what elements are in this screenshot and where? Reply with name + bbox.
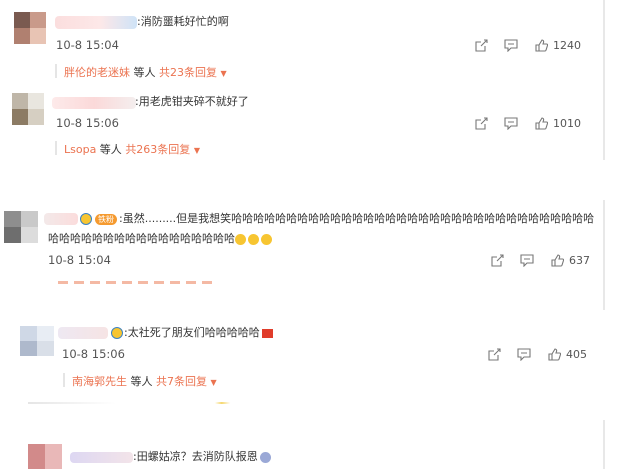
comment-actions: 405 bbox=[487, 347, 587, 361]
comment-icon[interactable] bbox=[517, 347, 531, 361]
comment-text: 铁粉:虽然.........但是我想笑哈哈哈哈哈哈哈哈哈哈哈哈哈哈哈哈哈哈哈哈哈… bbox=[80, 212, 594, 226]
fan-badge: 铁粉 bbox=[95, 213, 117, 225]
reply-total[interactable]: 共263条回复 bbox=[125, 143, 190, 156]
cutoff-divider bbox=[28, 402, 248, 404]
thumbs-up-icon[interactable] bbox=[534, 116, 548, 130]
comment-text-line2-wrap: 哈哈哈哈哈哈哈哈哈哈哈哈哈哈哈哈哈 bbox=[48, 232, 274, 246]
laugh-emoji-icon bbox=[248, 233, 259, 245]
comment-text-line1: :虽然.........但是我想笑哈哈哈哈哈哈哈哈哈哈哈哈哈哈哈哈哈哈哈哈哈哈哈… bbox=[119, 212, 595, 225]
comment-actions: 637 bbox=[490, 253, 590, 267]
comment-actions: 1010 bbox=[474, 116, 581, 130]
avatar[interactable] bbox=[14, 12, 46, 44]
reply-names[interactable]: 南海郭先生 bbox=[72, 375, 127, 388]
username-blurred[interactable] bbox=[44, 213, 78, 225]
fan-face-icon bbox=[80, 213, 92, 225]
like-count: 637 bbox=[569, 253, 590, 267]
comment-1: :消防噩耗好忙的啊 10-8 15:04 1240 胖伦的老迷妹 等人 共23条… bbox=[0, 0, 623, 80]
comment-icon[interactable] bbox=[504, 38, 518, 52]
reply-total[interactable]: 共7条回复 bbox=[156, 375, 207, 388]
reply-summary[interactable]: Lsopa 等人 共263条回复 ▼ bbox=[55, 141, 200, 157]
comment-icon[interactable] bbox=[504, 116, 518, 130]
avatar[interactable] bbox=[4, 211, 38, 243]
chevron-down-icon[interactable]: ▼ bbox=[194, 146, 200, 155]
username-blurred[interactable] bbox=[55, 16, 137, 29]
comment-text: :用老虎钳夹碎不就好了 bbox=[135, 95, 249, 108]
reply-total[interactable]: 共23条回复 bbox=[159, 66, 217, 79]
laugh-emoji-icon bbox=[235, 233, 246, 245]
comment-2: :用老虎钳夹碎不就好了 10-8 15:06 1010 Lsopa 等人 共26… bbox=[0, 85, 623, 160]
comment-actions: 1240 bbox=[474, 38, 581, 52]
username-blurred[interactable] bbox=[58, 327, 108, 339]
like-count: 1240 bbox=[553, 38, 581, 52]
thumbs-up-icon[interactable] bbox=[550, 253, 564, 267]
emoji-icon bbox=[259, 451, 271, 463]
reply-names[interactable]: Lsopa bbox=[64, 143, 96, 156]
reply-summary[interactable]: 南海郭先生 等人 共7条回复 ▼ bbox=[63, 373, 217, 389]
share-icon[interactable] bbox=[487, 347, 501, 361]
comment-time: 10-8 15:04 bbox=[56, 38, 119, 52]
avatar[interactable] bbox=[20, 326, 54, 356]
thumbs-up-icon[interactable] bbox=[547, 347, 561, 361]
comment-text: :消防噩耗好忙的啊 bbox=[137, 15, 229, 28]
comment-text: :太社死了朋友们哈哈哈哈哈 bbox=[111, 326, 273, 340]
comment-time: 10-8 15:06 bbox=[62, 347, 125, 361]
laugh-emoji-icon bbox=[261, 233, 272, 245]
comment-time: 10-8 15:04 bbox=[48, 253, 111, 267]
comment-4: :太社死了朋友们哈哈哈哈哈 10-8 15:06 405 南海郭先生 等人 共7… bbox=[0, 318, 623, 403]
like-count: 1010 bbox=[553, 116, 581, 130]
username-blurred[interactable] bbox=[52, 97, 136, 109]
comment-text: :田螺姑凉？去消防队报恩 bbox=[133, 450, 273, 464]
cutoff-reply-remnant bbox=[58, 281, 218, 284]
like-count: 405 bbox=[566, 347, 587, 361]
chevron-down-icon[interactable]: ▼ bbox=[211, 378, 217, 387]
reply-summary[interactable]: 胖伦的老迷妹 等人 共23条回复 ▼ bbox=[55, 64, 227, 80]
flag-emoji-icon bbox=[261, 328, 273, 338]
comment-text-line2: 哈哈哈哈哈哈哈哈哈哈哈哈哈哈哈哈哈 bbox=[48, 232, 235, 245]
comment-time: 10-8 15:06 bbox=[56, 116, 119, 130]
username-blurred[interactable] bbox=[70, 452, 133, 463]
reply-names[interactable]: 胖伦的老迷妹 bbox=[64, 66, 130, 79]
share-icon[interactable] bbox=[474, 38, 488, 52]
avatar[interactable] bbox=[28, 444, 62, 469]
chevron-down-icon[interactable]: ▼ bbox=[221, 69, 227, 78]
comment-3: 铁粉:虽然.........但是我想笑哈哈哈哈哈哈哈哈哈哈哈哈哈哈哈哈哈哈哈哈哈… bbox=[0, 205, 623, 290]
comment-5: :田螺姑凉？去消防队报恩 bbox=[0, 440, 623, 469]
thumbs-up-icon[interactable] bbox=[534, 38, 548, 52]
share-icon[interactable] bbox=[474, 116, 488, 130]
share-icon[interactable] bbox=[490, 253, 504, 267]
avatar[interactable] bbox=[12, 93, 44, 125]
comment-icon[interactable] bbox=[520, 253, 534, 267]
fan-face-icon bbox=[111, 327, 123, 339]
